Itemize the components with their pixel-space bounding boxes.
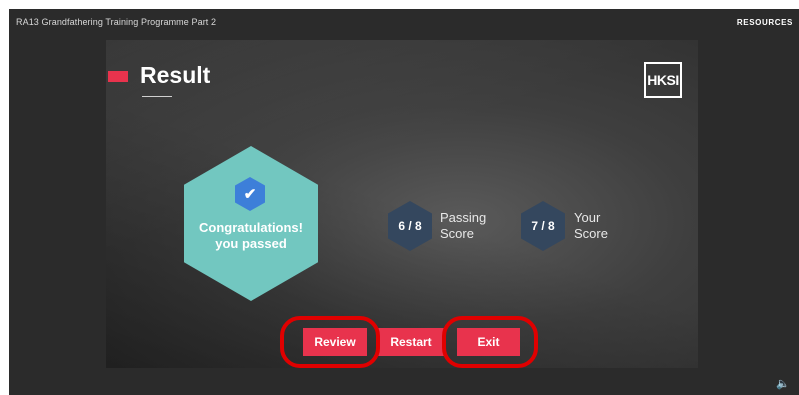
result-message-line2: you passed <box>215 236 287 251</box>
exit-highlight-annotation <box>442 316 538 368</box>
your-score-label: Your Score <box>574 210 608 242</box>
hksi-logo: HKSI <box>644 62 682 98</box>
review-highlight-annotation <box>280 316 380 368</box>
passing-score-label: Passing Score <box>440 210 486 242</box>
restart-button[interactable]: Restart <box>378 328 444 356</box>
course-title: RA13 Grandfathering Training Programme P… <box>16 17 217 27</box>
result-message-line1: Congratulations! <box>199 220 303 235</box>
slide-title: Result <box>140 62 211 88</box>
title-accent-bar <box>108 71 128 82</box>
passing-score-label-line2: Score <box>440 226 474 241</box>
resources-menu[interactable]: RESOURCES <box>737 18 793 27</box>
result-message: Congratulations! you passed <box>184 220 318 252</box>
your-score-label-line2: Score <box>574 226 608 241</box>
your-score-label-line1: Your <box>574 210 601 225</box>
your-score-badge: 7 / 8 <box>521 201 565 251</box>
passing-score-label-line1: Passing <box>440 210 487 225</box>
speaker-icon[interactable]: 🔈 <box>776 377 790 390</box>
result-slide: Result HKSI ✔ Congratulations! you passe… <box>106 40 698 368</box>
title-underline <box>142 96 172 97</box>
passing-score-badge: 6 / 8 <box>388 201 432 251</box>
